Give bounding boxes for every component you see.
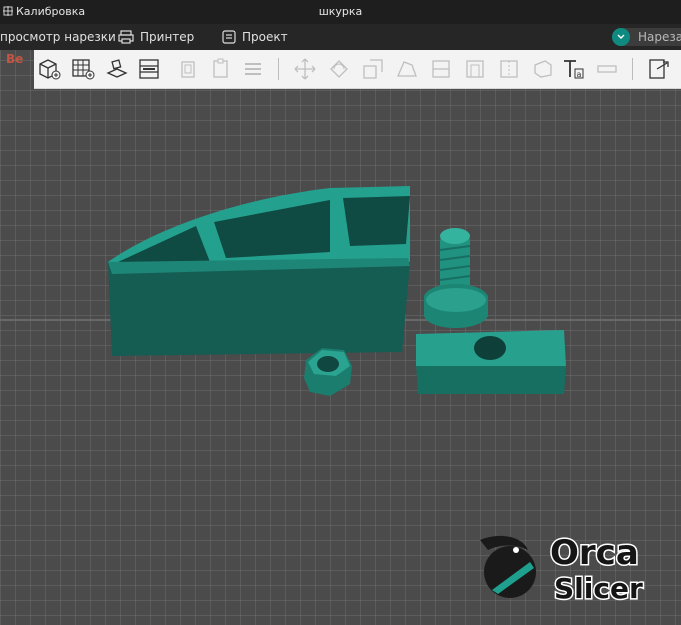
rotate-icon [330,60,348,78]
scale-button[interactable] [360,56,386,82]
tab-label: Проект [242,30,288,44]
project-icon [222,30,236,44]
main-tab-bar: просмотр нарезки Принтер Проект [0,24,681,50]
document-title: шкурка [318,5,363,18]
model-block[interactable] [416,330,566,394]
tab-slice-preview[interactable]: просмотр нарезки [0,29,116,45]
plate-settings-icon [139,59,159,79]
move-icon [294,58,316,80]
printer-icon [118,30,134,44]
seam-paint-button[interactable] [496,56,522,82]
text-icon: a [564,60,584,79]
paste-button[interactable] [208,56,234,82]
cut-icon [432,60,450,78]
move-button[interactable] [292,56,318,82]
logo-line1: Orca [550,533,639,573]
color-paint-button[interactable] [530,56,556,82]
add-plate-icon [72,59,95,80]
support-paint-button[interactable] [462,56,488,82]
logo-line2: Slicer [554,572,643,605]
text-button[interactable]: a [560,56,586,82]
color-paint-icon [534,60,552,78]
tab-printer[interactable]: Принтер [118,29,194,45]
cut-button[interactable] [428,56,454,82]
export-icon [649,59,669,79]
toolbar-separator [632,58,633,80]
red-overlay: Be [0,50,34,64]
chevron-down-icon[interactable] [612,28,630,46]
tab-label: просмотр нарезки [0,30,116,44]
add-cube-icon [39,59,61,80]
measure-icon [597,65,617,73]
paste-icon [213,58,228,78]
tab-label: Принтер [140,30,195,44]
scale-icon [363,59,383,79]
lay-on-face-button[interactable] [394,56,420,82]
export-button[interactable] [646,56,672,82]
orca-logo-icon: Orca Slicer [480,532,644,607]
layers-button[interactable] [240,56,266,82]
tab-project[interactable]: Проект [222,29,288,45]
support-paint-icon [466,60,484,78]
svg-text:a: a [577,70,582,79]
slice-button[interactable]: Нареза [612,28,681,46]
add-cube-button[interactable] [36,56,62,82]
plate-settings-button[interactable] [136,56,162,82]
measure-button[interactable] [594,56,620,82]
rotate-button[interactable] [326,56,352,82]
arrange-button[interactable] [104,56,130,82]
lay-on-face-icon [397,61,417,77]
arrange-icon [106,59,128,78]
svg-text:Be: Be [6,52,23,64]
toolbar: a [34,50,681,89]
toolbar-separator [278,58,279,80]
orca-slicer-logo: Orca Slicer [470,528,681,608]
add-plate-button[interactable] [70,56,96,82]
layers-icon [245,63,261,75]
slice-label: Нареза [638,30,681,44]
seam-paint-icon [500,60,518,78]
copy-button[interactable] [176,56,202,82]
copy-icon [181,61,195,78]
title-bar: Калибровка шкурка [0,0,681,24]
